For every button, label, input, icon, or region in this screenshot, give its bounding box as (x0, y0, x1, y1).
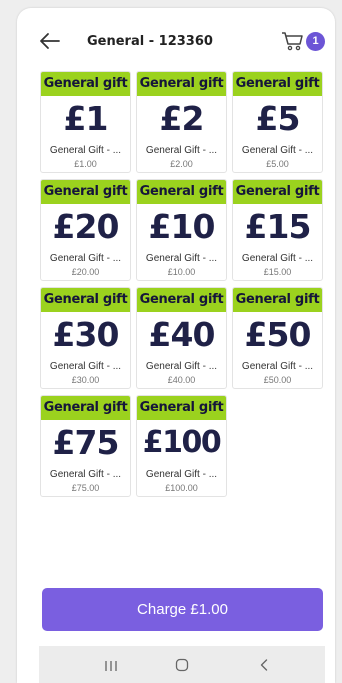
gift-card[interactable]: General gift £20 General Gift - ... £20.… (40, 179, 131, 281)
app-screen: General - 123360 1 General gift £1 Gener… (17, 8, 335, 683)
card-band-label: General gift (233, 288, 322, 312)
card-name: General Gift - ... (241, 253, 314, 264)
charge-button[interactable]: Charge £1.00 (42, 588, 323, 631)
card-band-label: General gift (137, 288, 226, 312)
card-band-label: General gift (137, 72, 226, 96)
card-price: £50.00 (263, 375, 292, 385)
card-price: £2.00 (170, 159, 193, 169)
card-band-label: General gift (137, 180, 226, 204)
back-button[interactable] (37, 30, 63, 52)
card-name: General Gift - ... (241, 145, 314, 156)
card-amount: £1 (63, 99, 109, 138)
gift-card[interactable]: General gift £40 General Gift - ... £40.… (136, 287, 227, 389)
card-name: General Gift - ... (145, 361, 218, 372)
card-amount: £50 (244, 315, 312, 354)
card-name: General Gift - ... (49, 145, 122, 156)
card-amount: £10 (148, 207, 216, 246)
gift-card[interactable]: General gift £10 General Gift - ... £10.… (136, 179, 227, 281)
card-amount: £2 (159, 99, 205, 138)
recent-apps-button[interactable] (104, 659, 118, 671)
cart-button[interactable] (281, 30, 305, 52)
app-header: General - 123360 1 (17, 8, 335, 64)
recent-apps-icon (105, 661, 117, 671)
card-amount: £5 (255, 99, 301, 138)
card-amount: £40 (148, 315, 216, 354)
card-amount: £75 (52, 423, 120, 462)
card-name: General Gift - ... (145, 469, 218, 480)
gift-card[interactable]: General gift £30 General Gift - ... £30.… (40, 287, 131, 389)
gift-card[interactable]: General gift £2 General Gift - ... £2.00 (136, 71, 227, 173)
cart-icon (282, 32, 303, 51)
card-price: £100.00 (165, 483, 198, 493)
gift-card[interactable]: General gift £1 General Gift - ... £1.00 (40, 71, 131, 173)
card-amount: £15 (244, 207, 312, 246)
card-amount: £30 (52, 315, 120, 354)
card-name: General Gift - ... (145, 145, 218, 156)
gift-card[interactable]: General gift £100 General Gift - ... £10… (136, 395, 227, 497)
card-amount: £20 (52, 207, 120, 246)
card-band-label: General gift (41, 72, 130, 96)
gift-card[interactable]: General gift £75 General Gift - ... £75.… (40, 395, 131, 497)
card-price: £20.00 (71, 267, 100, 277)
card-price: £75.00 (71, 483, 100, 493)
card-band-label: General gift (233, 180, 322, 204)
page-title: General - 123360 (87, 34, 213, 49)
system-back-button[interactable] (259, 658, 269, 672)
card-name: General Gift - ... (49, 361, 122, 372)
home-button[interactable] (175, 658, 189, 672)
card-name: General Gift - ... (241, 361, 314, 372)
card-price: £15.00 (263, 267, 292, 277)
card-price: £30.00 (71, 375, 100, 385)
card-name: General Gift - ... (49, 253, 122, 264)
card-band-label: General gift (41, 396, 130, 420)
gift-card[interactable]: General gift £15 General Gift - ... £15.… (232, 179, 323, 281)
card-name: General Gift - ... (49, 469, 122, 480)
arrow-left-icon (40, 33, 60, 49)
gift-card[interactable]: General gift £50 General Gift - ... £50.… (232, 287, 323, 389)
card-price: £10.00 (167, 267, 196, 277)
home-icon (175, 658, 189, 672)
card-band-label: General gift (41, 288, 130, 312)
card-band-label: General gift (41, 180, 130, 204)
card-band-label: General gift (233, 72, 322, 96)
card-price: £40.00 (167, 375, 196, 385)
card-price: £1.00 (74, 159, 97, 169)
cart-count-badge: 1 (306, 32, 325, 51)
card-name: General Gift - ... (145, 253, 218, 264)
gift-card[interactable]: General gift £5 General Gift - ... £5.00 (232, 71, 323, 173)
system-nav-bar (39, 646, 325, 683)
card-amount: £100 (142, 425, 222, 460)
card-band-label: General gift (137, 396, 226, 420)
chevron-left-icon (260, 659, 268, 671)
card-price: £5.00 (266, 159, 289, 169)
